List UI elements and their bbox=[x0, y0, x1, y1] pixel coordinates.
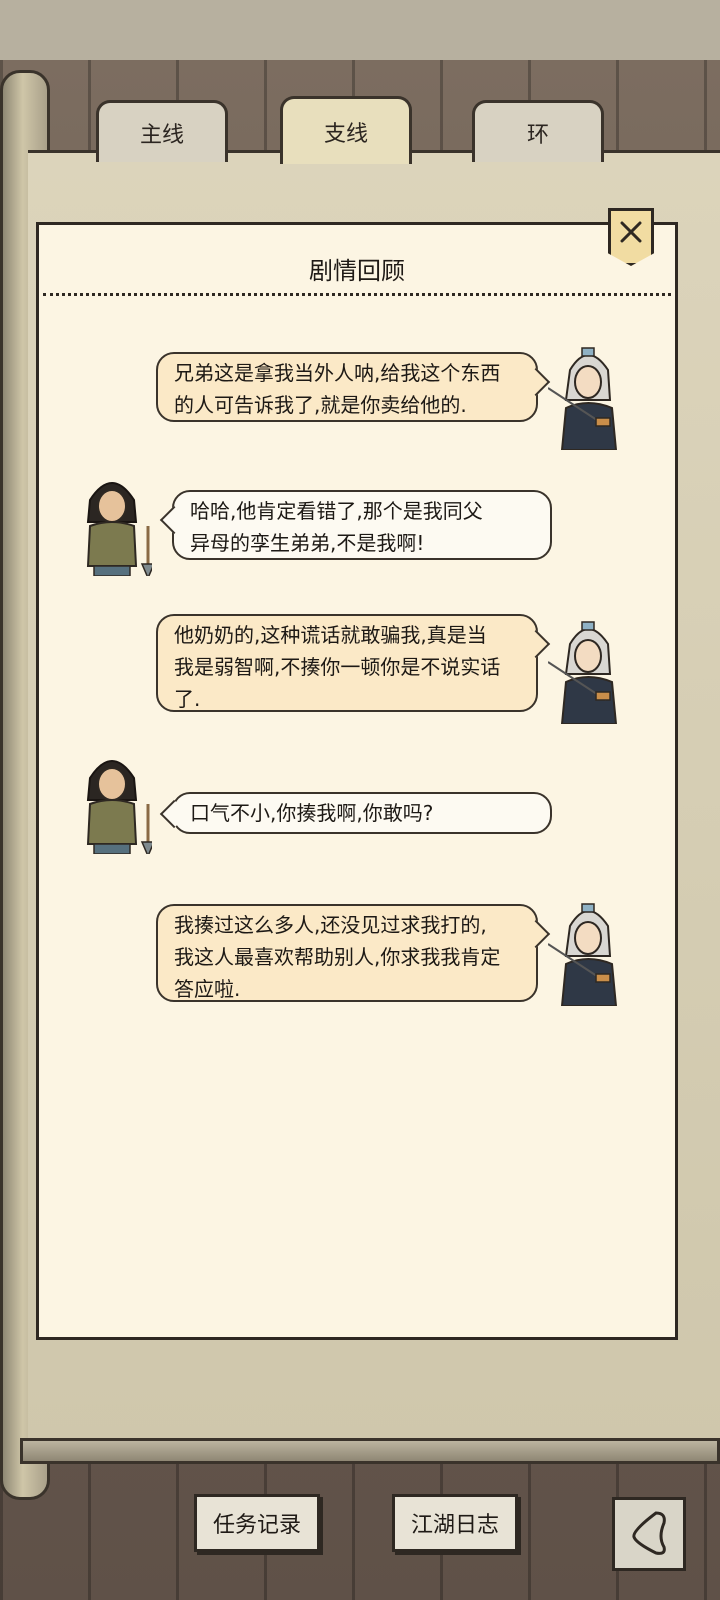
dialogue-bubble: 口气不小,你揍我啊,你敢吗? bbox=[159, 792, 552, 834]
dialogue-line: 我揍过这么多人,还没见过求我打的, bbox=[174, 913, 487, 937]
dialogue-line: 了. bbox=[174, 687, 201, 711]
dialogue-line: 他奶奶的,这种谎话就敢骗我,真是当 bbox=[174, 623, 487, 647]
farmer-avatar bbox=[86, 760, 152, 854]
farmer-avatar bbox=[86, 482, 152, 576]
dialogue-line: 异母的孪生弟弟,不是我啊! bbox=[190, 531, 425, 555]
tab-side-quest[interactable]: 支线 bbox=[280, 96, 412, 164]
dialogue-line: 兄弟这是拿我当外人呐,给我这个东西 bbox=[174, 361, 501, 385]
dialogue-bubble: 兄弟这是拿我当外人呐,给我这个东西 的人可告诉我了,就是你卖给他的. bbox=[156, 352, 551, 422]
back-button[interactable] bbox=[612, 1497, 686, 1571]
close-icon bbox=[620, 221, 642, 243]
dialogue-line: 口气不小,你揍我啊,你敢吗? bbox=[190, 801, 434, 825]
scroll-roller-bottom bbox=[20, 1438, 720, 1464]
dialogue-line: 我这人最喜欢帮助别人,你求我我肯定 bbox=[174, 945, 501, 969]
dialogue-bubble: 哈哈,他肯定看错了,那个是我同父 异母的孪生弟弟,不是我啊! bbox=[159, 490, 552, 560]
swordsman-avatar bbox=[548, 347, 618, 450]
jianghu-diary-button[interactable]: 江湖日志 bbox=[392, 1494, 518, 1552]
panel-title: 剧情回顾 bbox=[309, 257, 405, 285]
swordsman-avatar bbox=[548, 903, 618, 1006]
dialogue-line: 的人可告诉我了,就是你卖给他的. bbox=[174, 393, 467, 417]
tab-main-quest[interactable]: 主线 bbox=[96, 100, 228, 162]
tab-ring-quest[interactable]: 环 bbox=[472, 100, 604, 162]
dialogue-line: 答应啦. bbox=[174, 977, 241, 1001]
swordsman-avatar bbox=[548, 621, 618, 724]
dialogue-bubble: 他奶奶的,这种谎话就敢骗我,真是当 我是弱智啊,不揍你一顿你是不说实话 了. bbox=[156, 614, 551, 712]
task-log-button[interactable]: 任务记录 bbox=[194, 1494, 320, 1552]
dialogue-line: 我是弱智啊,不揍你一顿你是不说实话 bbox=[174, 655, 501, 679]
title-divider bbox=[43, 293, 671, 296]
dialogue-line: 哈哈,他肯定看错了,那个是我同父 bbox=[190, 499, 483, 523]
dialogue-bubble: 我揍过这么多人,还没见过求我打的, 我这人最喜欢帮助别人,你求我我肯定 答应啦. bbox=[156, 904, 551, 1002]
status-bar bbox=[0, 0, 720, 60]
back-arrow-icon bbox=[632, 1511, 666, 1555]
